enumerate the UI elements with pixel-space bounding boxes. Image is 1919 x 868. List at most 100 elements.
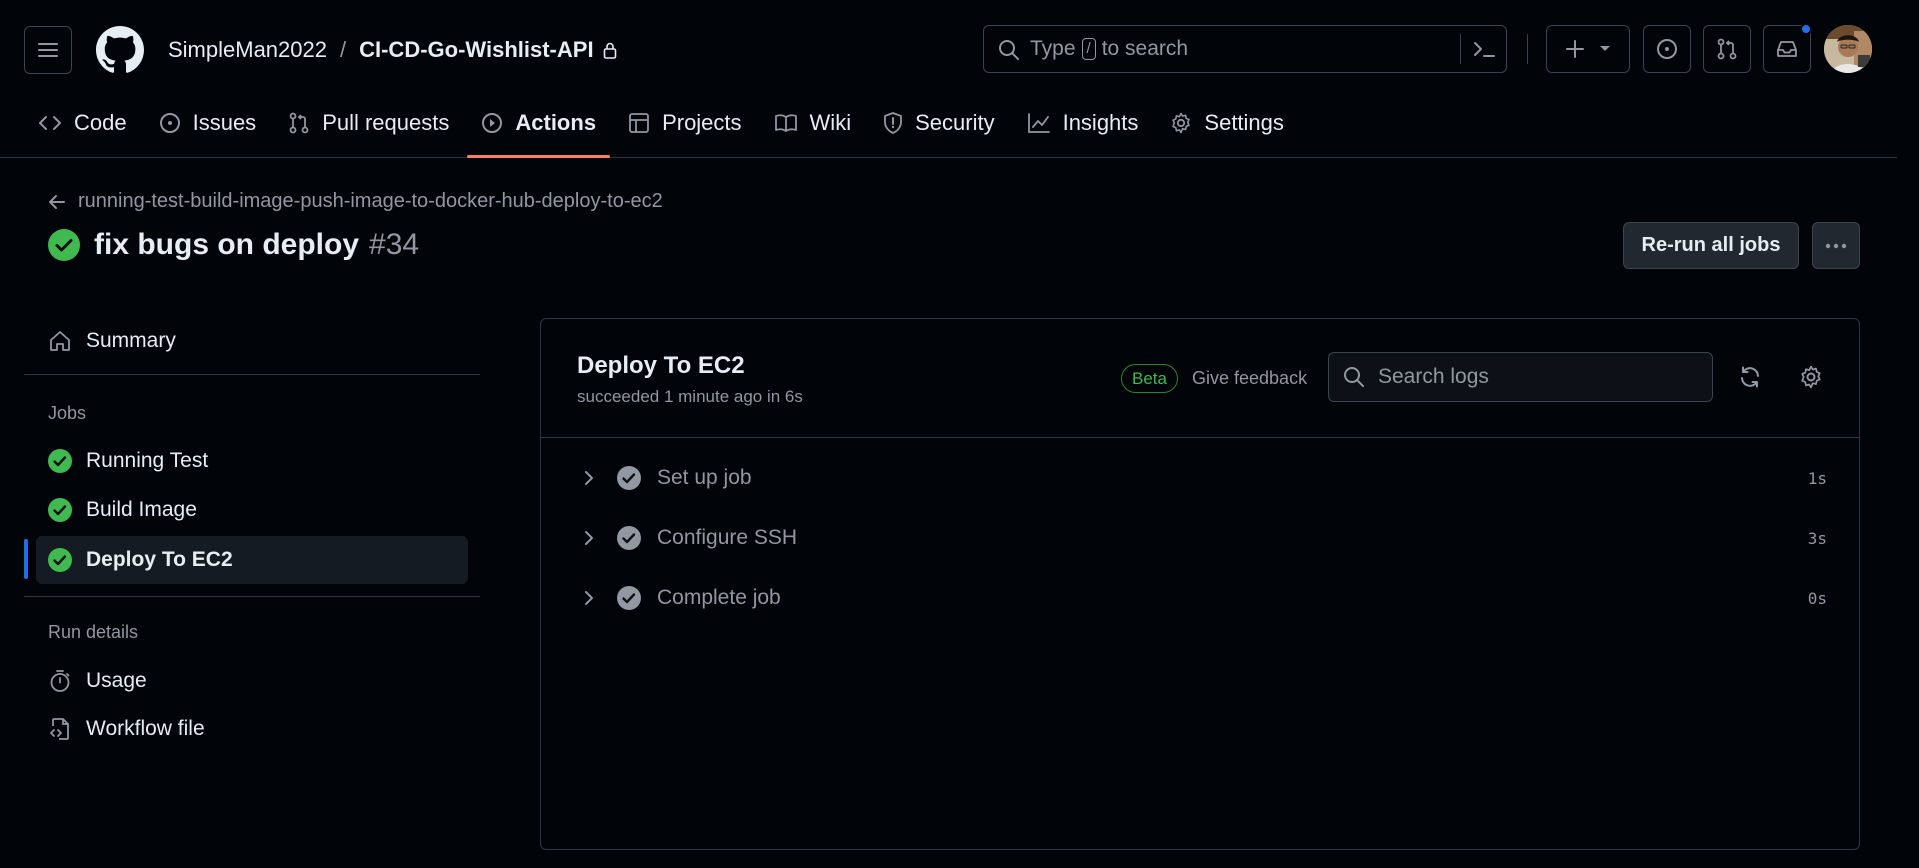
workflow-name: running-test-build-image-push-image-to-d… [78, 190, 663, 212]
step-duration: 1s [1807, 468, 1827, 488]
sidebar-usage[interactable]: Usage [36, 657, 468, 705]
tab-settings-label: Settings [1204, 110, 1284, 135]
success-check-icon [48, 229, 80, 261]
global-search-input[interactable]: Type / to search [983, 25, 1507, 73]
tab-insights-label: Insights [1062, 110, 1139, 135]
command-palette-icon[interactable] [1472, 38, 1496, 60]
success-check-icon [48, 449, 72, 473]
window-scrollbar-track[interactable] [1897, 0, 1919, 868]
step-row[interactable]: Complete job 0s [577, 576, 1827, 620]
issue-icon [159, 112, 181, 134]
search-placeholder-prefix: Type [1030, 37, 1076, 60]
pull-request-icon [1716, 38, 1738, 60]
repo-name-link[interactable]: CI-CD-Go-Wishlist-API [359, 37, 593, 63]
step-name: Set up job [657, 466, 752, 489]
user-avatar[interactable] [1824, 25, 1872, 73]
tab-security[interactable]: Security [869, 102, 1008, 144]
search-logs-input[interactable]: Search logs [1328, 352, 1713, 402]
jobs-heading: Jobs [48, 403, 87, 423]
tab-wiki[interactable]: Wiki [760, 102, 866, 144]
github-logo-icon[interactable] [96, 26, 144, 74]
sidebar-job-build-image[interactable]: Build Image [36, 486, 468, 534]
chevron-right-icon [577, 589, 601, 607]
job-log-panel: Deploy To EC2 succeeded 1 minute ago in … [540, 318, 1860, 850]
sidebar-summary-label: Summary [86, 329, 176, 352]
repo-breadcrumb: SimpleMan2022 / CI-CD-Go-Wishlist-API [168, 37, 617, 63]
sidebar-job-running-test[interactable]: Running Test [36, 437, 468, 485]
success-check-icon [48, 498, 72, 522]
sidebar-job-deploy-to-ec2[interactable]: Deploy To EC2 [36, 536, 468, 584]
tab-settings[interactable]: Settings [1156, 102, 1298, 144]
inbox-icon [1776, 39, 1798, 59]
tab-issues-label: Issues [192, 110, 257, 135]
arrow-left-icon [48, 194, 66, 210]
tab-issues[interactable]: Issues [145, 102, 271, 144]
gear-icon [1170, 112, 1192, 134]
tab-code-label: Code [74, 110, 127, 135]
sidebar-divider [24, 374, 480, 375]
notification-indicator [1800, 23, 1812, 35]
tab-insights[interactable]: Insights [1013, 102, 1153, 144]
job-label: Deploy To EC2 [86, 548, 233, 571]
search-divider [1460, 34, 1461, 64]
search-icon [998, 39, 1020, 61]
tab-security-label: Security [915, 110, 995, 135]
play-icon [481, 112, 503, 134]
step-name: Complete job [657, 586, 781, 609]
tab-pull-requests[interactable]: Pull requests [274, 102, 463, 144]
beta-badge: Beta [1121, 364, 1178, 393]
pull-request-icon [288, 112, 310, 134]
tab-projects-label: Projects [662, 110, 742, 135]
job-header: Deploy To EC2 succeeded 1 minute ago in … [541, 319, 1859, 438]
rerun-all-jobs-button[interactable]: Re-run all jobs [1623, 222, 1799, 269]
gear-icon [1799, 365, 1823, 389]
step-row[interactable]: Configure SSH 3s [577, 516, 1827, 560]
sync-icon [1738, 365, 1762, 389]
search-logs-placeholder: Search logs [1378, 365, 1489, 388]
repo-nav: Code Issues Pull requests Actions Projec… [24, 102, 1302, 158]
job-label: Running Test [86, 449, 209, 472]
give-feedback-link[interactable]: Give feedback [1192, 368, 1307, 389]
repo-owner-link[interactable]: SimpleMan2022 [168, 37, 327, 63]
search-icon [1343, 366, 1365, 388]
step-name: Configure SSH [657, 526, 798, 549]
tab-pull-requests-label: Pull requests [322, 110, 450, 135]
step-duration: 3s [1807, 528, 1827, 548]
run-number: #34 [369, 228, 420, 261]
sidebar-workflow-file[interactable]: Workflow file [36, 705, 468, 753]
selected-indicator [24, 539, 28, 579]
chevron-right-icon [577, 469, 601, 487]
sidebar-usage-label: Usage [86, 669, 147, 692]
header-divider [1527, 34, 1528, 64]
graph-icon [1027, 112, 1051, 134]
job-name: Deploy To EC2 [577, 352, 745, 379]
job-label: Build Image [86, 498, 197, 521]
create-new-button[interactable] [1546, 25, 1630, 73]
shield-icon [883, 112, 903, 134]
tab-code[interactable]: Code [24, 102, 141, 144]
refresh-button[interactable] [1731, 358, 1769, 396]
tab-actions-label: Actions [515, 110, 597, 135]
success-check-icon [48, 548, 72, 572]
step-check-icon [617, 466, 641, 490]
your-pull-requests-button[interactable] [1703, 25, 1751, 73]
tab-actions[interactable]: Actions [467, 102, 610, 158]
issue-opened-icon [1656, 38, 1678, 60]
job-status-text: succeeded 1 minute ago in 6s [577, 387, 803, 406]
log-settings-button[interactable] [1792, 358, 1830, 396]
tab-projects[interactable]: Projects [614, 102, 755, 144]
app-header: SimpleMan2022 / CI-CD-Go-Wishlist-API Ty… [0, 0, 1919, 158]
stopwatch-icon [48, 669, 72, 693]
caret-down-icon [1599, 45, 1611, 53]
book-icon [774, 113, 798, 133]
open-menu-button[interactable] [24, 26, 72, 74]
sidebar-summary[interactable]: Summary [36, 317, 468, 365]
your-issues-button[interactable] [1643, 25, 1691, 73]
step-row[interactable]: Set up job 1s [577, 456, 1827, 500]
more-options-button[interactable] [1812, 222, 1860, 269]
back-to-workflow-link[interactable]: running-test-build-image-push-image-to-d… [48, 190, 663, 213]
file-code-icon [48, 717, 72, 741]
tab-wiki-label: Wiki [809, 110, 852, 135]
step-duration: 0s [1807, 588, 1827, 608]
search-placeholder-suffix: to search [1101, 37, 1189, 60]
